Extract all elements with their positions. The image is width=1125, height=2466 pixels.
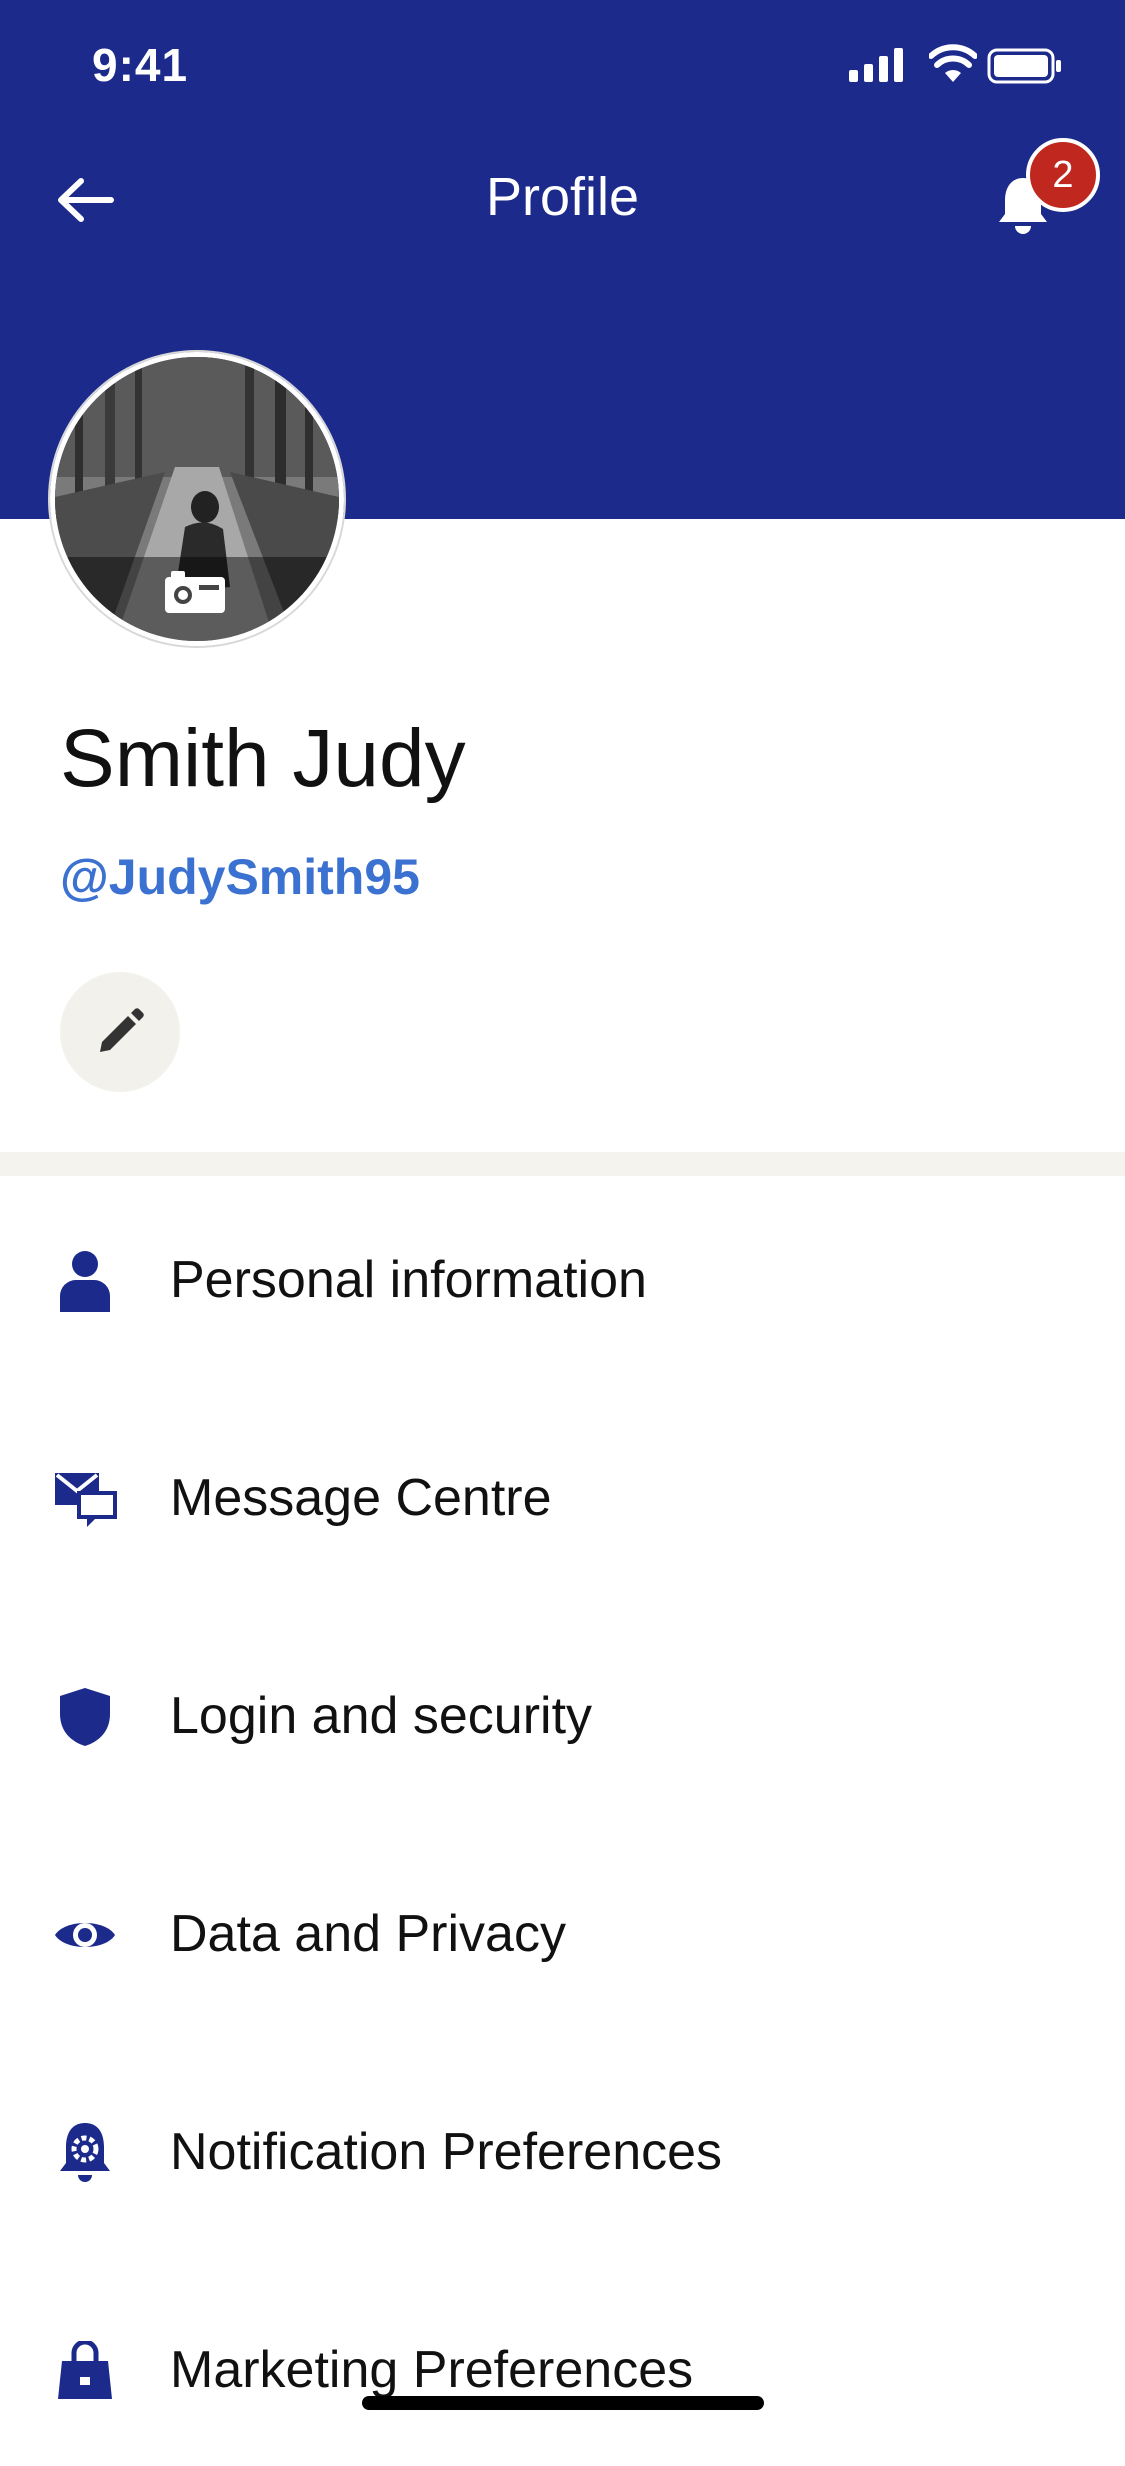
battery-icon xyxy=(987,48,1061,84)
menu-item-label: Login and security xyxy=(170,1687,593,1745)
avatar[interactable] xyxy=(50,352,344,646)
status-time: 9:41 xyxy=(92,39,189,91)
menu-item-notification-preferences[interactable]: Notification Preferences xyxy=(0,2048,1125,2248)
status-icons xyxy=(849,44,1089,88)
shield-icon xyxy=(50,1682,120,1752)
menu-item-label: Message Centre xyxy=(170,1469,552,1527)
status-bar: 9:41 xyxy=(0,0,1125,132)
menu-item-label: Marketing Preferences xyxy=(170,2341,694,2399)
edit-profile-button[interactable] xyxy=(60,972,180,1092)
wifi-icon xyxy=(929,44,977,82)
menu-item-message-centre[interactable]: Message Centre xyxy=(0,1394,1125,1594)
page-title: Profile xyxy=(485,167,640,227)
shopping-bag-icon xyxy=(50,2336,120,2406)
menu-item-personal-information[interactable]: Personal information xyxy=(0,1176,1125,1376)
profile-handle[interactable]: @JudySmith95 xyxy=(60,848,420,906)
notification-badge: 2 xyxy=(1026,138,1100,212)
section-divider xyxy=(0,1152,1125,1176)
profile-name: Smith Judy xyxy=(60,713,466,804)
bell-gear-icon xyxy=(50,2118,120,2188)
person-icon xyxy=(50,1246,120,1316)
eye-icon xyxy=(50,1900,120,1970)
cellular-signal-icon xyxy=(849,48,903,82)
menu-item-label: Notification Preferences xyxy=(170,2123,723,2181)
menu-item-label: Personal information xyxy=(170,1251,647,1309)
camera-icon xyxy=(165,571,225,613)
menu-item-data-and-privacy[interactable]: Data and Privacy xyxy=(0,1830,1125,2030)
nav-bar: Profile 2 xyxy=(0,138,1125,260)
message-icon xyxy=(50,1464,120,1534)
pencil-icon xyxy=(100,1008,144,1052)
notifications-button[interactable]: 2 xyxy=(990,138,1100,250)
menu-item-login-and-security[interactable]: Login and security xyxy=(0,1612,1125,1812)
home-indicator[interactable] xyxy=(362,2396,764,2410)
menu-item-marketing-preferences[interactable]: Marketing Preferences xyxy=(0,2266,1125,2466)
menu-item-label: Data and Privacy xyxy=(170,1905,566,1963)
